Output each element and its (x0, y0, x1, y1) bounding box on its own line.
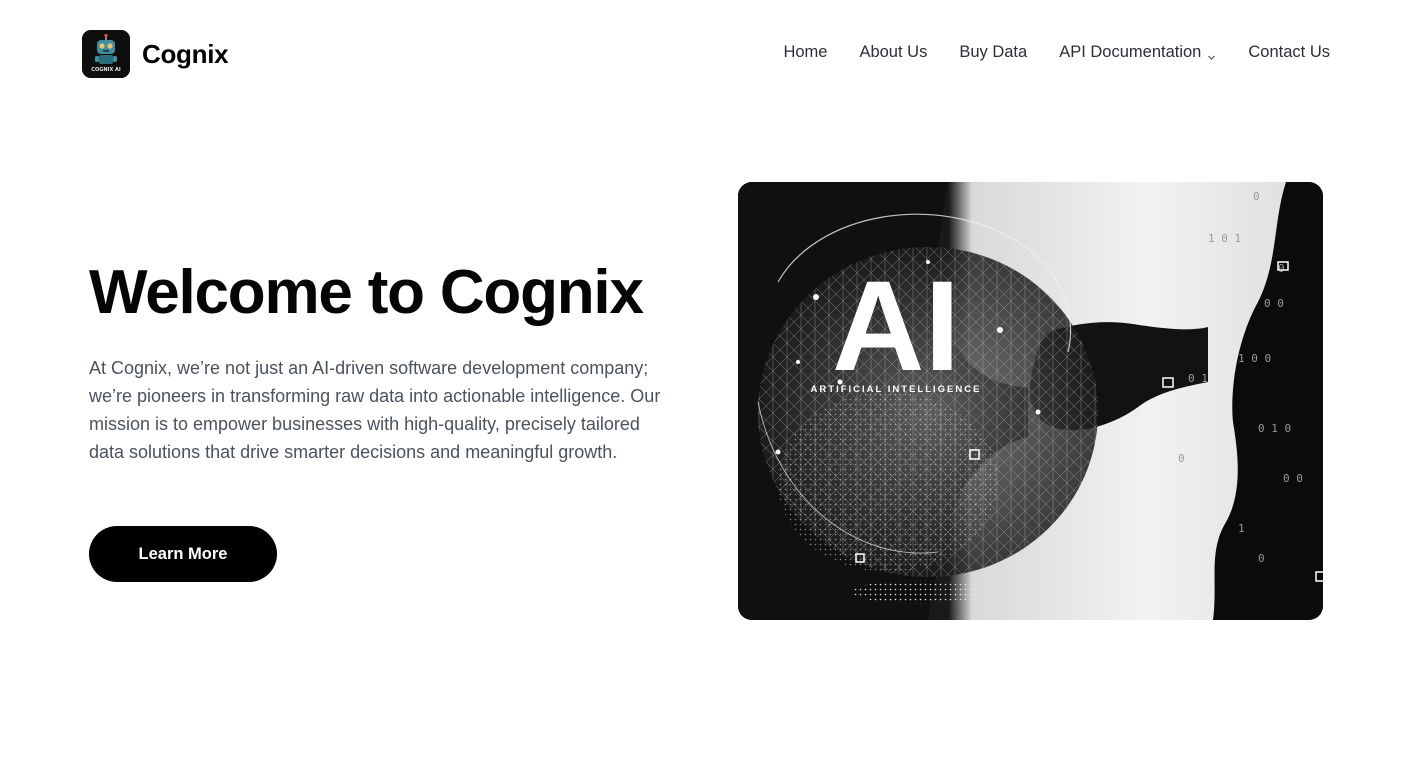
chevron-down-icon (1207, 48, 1216, 60)
ai-subtitle: ARTIFICIAL INTELLIGENCE (811, 384, 982, 395)
svg-text:0 0: 0 0 (1264, 297, 1284, 310)
svg-text:1 0 1: 1 0 1 (1208, 232, 1241, 245)
svg-text:0: 0 (1253, 190, 1260, 203)
learn-more-button[interactable]: Learn More (89, 526, 277, 582)
svg-text:0: 0 (1178, 452, 1185, 465)
nav-buy-data[interactable]: Buy Data (959, 43, 1027, 62)
nav-contact-us[interactable]: Contact Us (1248, 43, 1330, 62)
hero-description: At Cognix, we’re not just an AI-driven s… (89, 358, 661, 462)
ai-headline: AI (832, 255, 960, 398)
svg-text:0 0: 0 0 (1283, 472, 1303, 485)
svg-text:0: 0 (1278, 262, 1285, 275)
logo-text: COGNIX AI (91, 67, 121, 73)
hero-title: Welcome to Cognix (89, 258, 644, 327)
hero-ai-image: 0 0 0 0 0 1 0 0 0 1 0 1 0 1 0 1 0 1 0 0 AI ARTI… (738, 182, 1323, 620)
svg-text:1: 1 (1238, 522, 1245, 535)
main-nav: Home About Us Buy Data API Documentation… (783, 43, 1330, 62)
svg-text:0 1 0: 0 1 0 (1258, 422, 1291, 435)
svg-text:1 0 0: 1 0 0 (1238, 352, 1271, 365)
nav-about-us[interactable]: About Us (859, 43, 927, 62)
nav-home[interactable]: Home (783, 43, 827, 62)
site-header: COGNIX AI Cognix Home About Us Buy Data … (0, 0, 1412, 108)
robot-logo-icon[interactable]: COGNIX AI (82, 30, 130, 78)
svg-text:0 1: 0 1 (1188, 372, 1208, 385)
svg-text:0: 0 (1258, 552, 1265, 565)
nav-api-documentation[interactable]: API Documentation (1059, 43, 1216, 62)
nav-api-documentation-label: API Documentation (1059, 43, 1202, 61)
brand[interactable]: COGNIX AI Cognix (82, 30, 229, 78)
brand-name[interactable]: Cognix (142, 39, 229, 70)
